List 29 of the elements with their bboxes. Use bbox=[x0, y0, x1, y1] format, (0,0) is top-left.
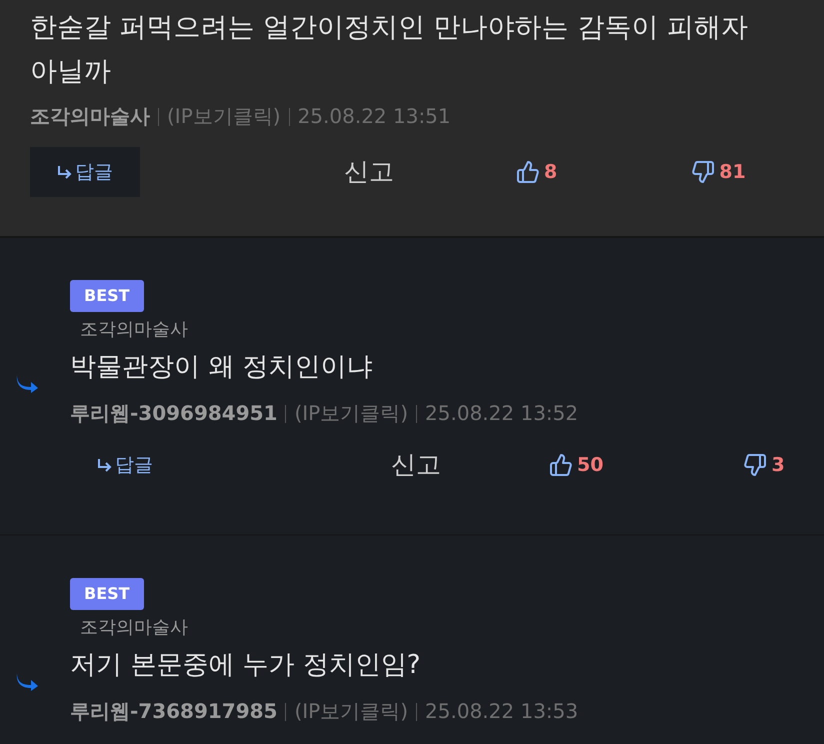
author-name[interactable]: 조각의마술사 bbox=[30, 104, 150, 129]
dislike-button[interactable]: 81 bbox=[691, 158, 746, 186]
reply-arrow-icon bbox=[57, 165, 73, 179]
ip-link[interactable]: (IP보기클릭) bbox=[294, 699, 408, 724]
like-button[interactable]: 8 bbox=[516, 158, 558, 186]
thumbs-up-icon bbox=[516, 160, 540, 184]
thumbs-down-icon bbox=[691, 160, 716, 184]
report-button[interactable]: 신고 bbox=[344, 153, 394, 191]
comment-time: 25.08.22 13:53 bbox=[425, 699, 578, 724]
parent-author: 조각의마술사 bbox=[80, 616, 189, 640]
reply-text: 박물관장이 왜 정치인이냐 bbox=[70, 351, 374, 384]
reply-arrow-icon bbox=[97, 458, 113, 472]
like-button[interactable]: 50 bbox=[549, 450, 604, 480]
author-name[interactable]: 루리웹-3096984951 bbox=[70, 401, 278, 426]
thumbs-up-icon bbox=[549, 453, 573, 477]
ip-link[interactable]: (IP보기클릭) bbox=[294, 401, 408, 426]
comment-text: 한숟갈 퍼먹으려는 얼간이정치인 만나야하는 감독이 피해자 아닐까 bbox=[30, 11, 749, 89]
thumbs-down-icon bbox=[743, 453, 768, 477]
best-badge: BEST bbox=[70, 578, 144, 610]
reply-button[interactable]: 답글 bbox=[70, 440, 180, 490]
comment-time: 25.08.22 13:52 bbox=[425, 401, 578, 426]
reply-text: 저기 본문중에 누가 정치인임? bbox=[70, 649, 422, 682]
dislike-button[interactable]: 3 bbox=[743, 450, 785, 480]
reply-button[interactable]: 답글 bbox=[30, 147, 140, 197]
best-badge: BEST bbox=[70, 280, 144, 312]
parent-author: 조각의마술사 bbox=[80, 318, 189, 342]
report-button[interactable]: 신고 bbox=[391, 446, 441, 484]
author-name[interactable]: 루리웹-7368917985 bbox=[70, 699, 278, 724]
comment-time: 25.08.22 13:51 bbox=[298, 104, 451, 129]
